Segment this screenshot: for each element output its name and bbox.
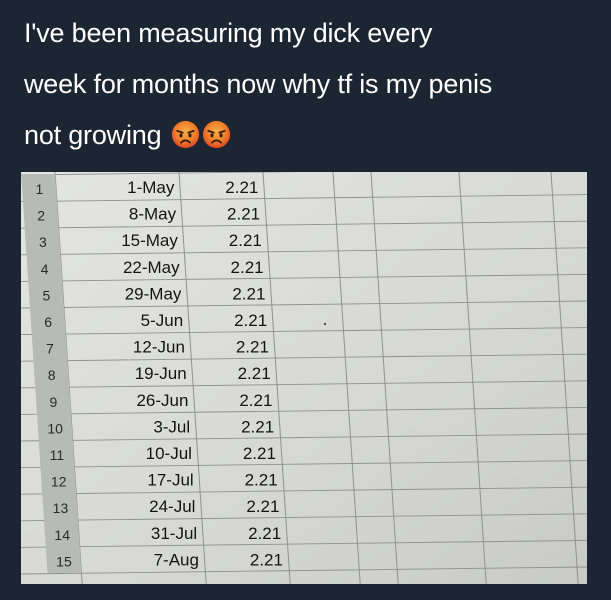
row-number: 14 xyxy=(54,527,70,543)
date-cell[interactable]: 22-May xyxy=(123,258,180,277)
value-cell[interactable]: 2.21 xyxy=(238,364,271,383)
date-cell[interactable]: 17-Jul xyxy=(147,471,193,490)
value-cell[interactable]: 2.21 xyxy=(236,338,269,357)
date-cell[interactable]: 12-Jun xyxy=(133,338,185,357)
value-cell[interactable]: 2.21 xyxy=(232,284,265,303)
row-number: 7 xyxy=(46,341,54,357)
row-number: 10 xyxy=(47,420,63,436)
stray-mark xyxy=(323,322,327,326)
angry-face-icon xyxy=(171,120,199,149)
value-cell[interactable]: 2.21 xyxy=(227,205,260,224)
row-number: 15 xyxy=(56,553,72,569)
value-cell[interactable]: 2.21 xyxy=(234,311,267,330)
date-cell[interactable]: 3-Jul xyxy=(153,417,190,436)
row-number: 9 xyxy=(50,394,58,410)
date-cell[interactable]: 7-Aug xyxy=(154,550,199,569)
value-cell[interactable]: 2.21 xyxy=(245,471,278,490)
date-cell[interactable]: 5-Jun xyxy=(141,311,184,330)
tweet-text: I've been measuring my dick every week f… xyxy=(24,8,599,161)
row-number: 2 xyxy=(37,208,45,224)
value-cell[interactable]: 2.21 xyxy=(231,258,264,277)
value-cell[interactable]: 2.21 xyxy=(248,524,281,543)
date-cell[interactable]: 26-Jun xyxy=(136,391,188,410)
date-cell[interactable]: 10-Jul xyxy=(146,444,192,463)
row-number: 5 xyxy=(43,287,51,303)
value-cell[interactable]: 2.21 xyxy=(243,444,276,463)
row-number: 11 xyxy=(50,447,65,463)
date-cell[interactable]: 19-Jun xyxy=(135,364,187,383)
row-number: 8 xyxy=(48,367,56,383)
date-cell[interactable]: 29-May xyxy=(125,284,182,303)
date-cell[interactable]: 15-May xyxy=(121,231,178,250)
value-cell[interactable]: 2.21 xyxy=(225,178,258,197)
date-cell[interactable]: 24-Jul xyxy=(149,497,195,516)
value-cell[interactable]: 2.21 xyxy=(250,550,283,569)
date-cell[interactable]: 8-May xyxy=(129,205,177,224)
value-cell[interactable]: 2.21 xyxy=(239,391,272,410)
value-cell[interactable]: 2.21 xyxy=(229,231,262,250)
tweet-line-3: not growing xyxy=(24,110,599,161)
row-number: 4 xyxy=(41,261,49,277)
date-cell[interactable]: 31-Jul xyxy=(151,524,197,543)
row-number: 13 xyxy=(53,500,69,516)
row-number: 6 xyxy=(44,314,52,330)
tweet-line-2: week for months now why tf is my penis xyxy=(24,69,493,99)
date-cell[interactable]: 1-May xyxy=(127,178,175,197)
row-number: 1 xyxy=(35,181,43,197)
row-number: 3 xyxy=(39,234,47,250)
tweet-line-3-text: not growing xyxy=(24,120,162,150)
spreadsheet-grid: 123456789101112131415 1-May 2.218-May 2.21… xyxy=(21,172,587,584)
row-number: 12 xyxy=(51,474,67,490)
spreadsheet-photo: 1 2 3 4 5 6 7 8 9 10 11 12 13 14 15 1-May 2.21 8-May 2.21… xyxy=(21,172,587,584)
angry-face-icon xyxy=(202,120,230,149)
value-cell[interactable]: 2.21 xyxy=(241,417,274,436)
value-cell[interactable]: 2.21 xyxy=(246,497,279,516)
tweet-line-1: I've been measuring my dick every xyxy=(24,18,433,48)
